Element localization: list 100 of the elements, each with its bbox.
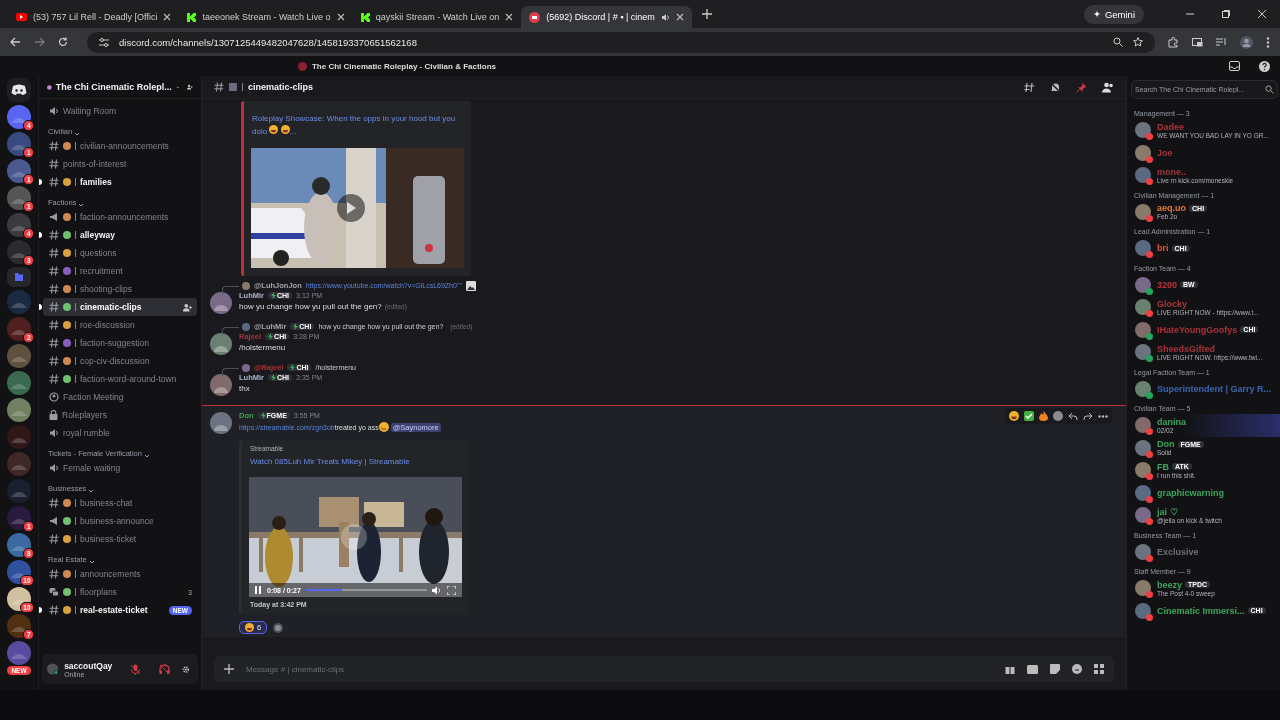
user-avatar[interactable] bbox=[210, 333, 232, 355]
server-icon[interactable] bbox=[7, 132, 31, 156]
server-icon[interactable] bbox=[7, 398, 31, 422]
channel-item[interactable]: business-announce bbox=[43, 512, 197, 530]
bell-muted-icon[interactable] bbox=[1050, 81, 1061, 93]
server-icon[interactable] bbox=[7, 186, 31, 210]
message-text: how yu change how yu pull out the gen? bbox=[239, 302, 382, 311]
fullscreen-icon[interactable] bbox=[447, 585, 456, 595]
browser-tab[interactable]: (53) 757 Lil Rell - Deadly [Offici bbox=[8, 6, 180, 28]
browser-tab[interactable]: taeeonek Stream - Watch Live o bbox=[179, 6, 353, 28]
user-avatar[interactable] bbox=[210, 292, 232, 314]
channel-item[interactable]: cop-civ-discussion bbox=[43, 352, 197, 370]
extensions-icon[interactable] bbox=[1168, 36, 1179, 48]
settings-icon[interactable] bbox=[182, 663, 190, 675]
channel-item[interactable]: roe-discussion bbox=[43, 316, 197, 334]
channel-item[interactable]: business-ticket bbox=[43, 530, 197, 548]
channel-item[interactable]: points-of-interest bbox=[43, 155, 197, 173]
channel-item[interactable]: royal rumble bbox=[43, 424, 197, 442]
zoom-icon[interactable] bbox=[1113, 37, 1123, 47]
apps-icon[interactable] bbox=[1094, 664, 1104, 674]
embed-title-link[interactable]: Roleplay Showcase: When the opps in your hood but you dolo ... bbox=[252, 113, 463, 138]
profile-icon[interactable] bbox=[1240, 35, 1253, 49]
add-reaction-icon[interactable] bbox=[1053, 411, 1063, 421]
user-avatar[interactable] bbox=[210, 412, 232, 434]
channel-item[interactable]: civilian-announcements bbox=[43, 137, 197, 155]
forward-icon[interactable] bbox=[1083, 411, 1093, 421]
close-icon[interactable] bbox=[163, 13, 172, 21]
close-icon[interactable] bbox=[1257, 9, 1267, 19]
search-icon bbox=[1265, 85, 1274, 94]
laughing-emoji-icon[interactable] bbox=[1009, 411, 1019, 421]
server-icon[interactable] bbox=[7, 240, 31, 264]
channel-item[interactable]: questions bbox=[43, 244, 197, 262]
message-box[interactable]: Message # | cinematic-clips bbox=[214, 656, 1114, 682]
address-field[interactable]: discord.com/channels/1307125449482047628/1458193370651562168 bbox=[87, 31, 1155, 53]
close-icon[interactable] bbox=[675, 13, 684, 21]
browser-tab[interactable]: (5692) Discord | # ▪ | cinem bbox=[521, 6, 692, 28]
reply-icon[interactable] bbox=[1068, 411, 1078, 421]
bookmark-star-icon[interactable] bbox=[1133, 37, 1143, 47]
server-icon[interactable] bbox=[7, 105, 31, 129]
server-icon[interactable] bbox=[7, 587, 31, 611]
user-avatar bbox=[1135, 240, 1151, 257]
member-name: IHateYoungGoofys bbox=[1157, 324, 1238, 335]
channel-item[interactable]: faction-word-around-town bbox=[43, 370, 197, 388]
add-reaction-icon[interactable] bbox=[273, 622, 284, 633]
volume-icon[interactable] bbox=[432, 585, 442, 595]
channel-item[interactable]: Roleplayers bbox=[43, 406, 197, 424]
members-icon[interactable] bbox=[1102, 81, 1114, 93]
user-avatar[interactable] bbox=[210, 374, 232, 396]
channel-item[interactable]: business-chat bbox=[43, 494, 197, 512]
gift-icon[interactable] bbox=[1005, 664, 1015, 674]
channel-item[interactable]: faction-announcements bbox=[43, 208, 197, 226]
emoji-picker-icon[interactable] bbox=[1072, 664, 1082, 674]
channel-item[interactable]: Faction Meeting bbox=[43, 388, 197, 406]
pause-icon[interactable] bbox=[255, 586, 262, 594]
site-settings-icon[interactable] bbox=[99, 37, 109, 47]
gif-icon[interactable] bbox=[1027, 664, 1038, 674]
server-icon[interactable] bbox=[7, 213, 31, 237]
inbox-icon[interactable] bbox=[1229, 61, 1240, 71]
server-icon[interactable] bbox=[7, 317, 31, 341]
menu-icon[interactable] bbox=[1266, 36, 1270, 48]
channel-item[interactable]: announcements bbox=[43, 565, 197, 583]
fire-emoji-icon[interactable] bbox=[1039, 411, 1048, 421]
server-icon[interactable] bbox=[7, 159, 31, 183]
user-avatar[interactable] bbox=[47, 661, 59, 677]
invite-icon[interactable] bbox=[183, 302, 192, 312]
server-icon[interactable] bbox=[7, 614, 31, 638]
media-icon[interactable] bbox=[1192, 37, 1203, 47]
pin-icon[interactable] bbox=[1076, 81, 1087, 93]
speaker-icon[interactable] bbox=[660, 12, 670, 22]
server-icon[interactable] bbox=[7, 506, 31, 530]
member-item[interactable]: graphicwarning bbox=[1131, 481, 1280, 504]
browser-tab[interactable]: qayskii Stream - Watch Live on bbox=[352, 6, 522, 28]
gemini-button[interactable]: Gemini bbox=[1083, 4, 1144, 24]
threads-icon[interactable] bbox=[1024, 81, 1035, 93]
restore-icon[interactable] bbox=[1221, 9, 1231, 19]
sticker-icon[interactable] bbox=[1050, 664, 1060, 674]
server-icon[interactable] bbox=[7, 533, 31, 557]
channel-item[interactable]: shooting-clips bbox=[43, 280, 197, 298]
server-icon[interactable] bbox=[7, 560, 31, 584]
close-icon[interactable] bbox=[505, 13, 514, 21]
embed-title-link[interactable]: Watch 085Luh Mir Treats Mikey | Streamable bbox=[250, 456, 462, 468]
more-icon[interactable] bbox=[1098, 414, 1108, 418]
invite-icon[interactable] bbox=[187, 82, 193, 92]
help-icon[interactable] bbox=[1259, 60, 1270, 72]
mic-muted-icon bbox=[130, 663, 142, 675]
discord-home-icon[interactable] bbox=[7, 78, 31, 102]
member-item[interactable]: Exclusive bbox=[1131, 540, 1280, 563]
close-icon[interactable] bbox=[336, 13, 345, 21]
new-tab-icon[interactable] bbox=[701, 9, 712, 19]
channel-item[interactable]: Female waiting bbox=[43, 459, 197, 477]
queue-icon[interactable] bbox=[1216, 37, 1227, 47]
reload-icon[interactable] bbox=[58, 37, 68, 47]
message-field[interactable]: Message # | cinematic-clips bbox=[246, 664, 993, 674]
back-icon[interactable] bbox=[10, 37, 21, 47]
channel-item[interactable]: recruitment bbox=[43, 262, 197, 280]
channel-item[interactable]: Waiting Room bbox=[43, 102, 197, 120]
plus-icon[interactable] bbox=[224, 664, 234, 674]
channel-item[interactable]: faction-suggestion bbox=[43, 334, 197, 352]
folder-icon[interactable] bbox=[7, 267, 31, 287]
checkmark-emoji-icon[interactable] bbox=[1024, 411, 1034, 421]
